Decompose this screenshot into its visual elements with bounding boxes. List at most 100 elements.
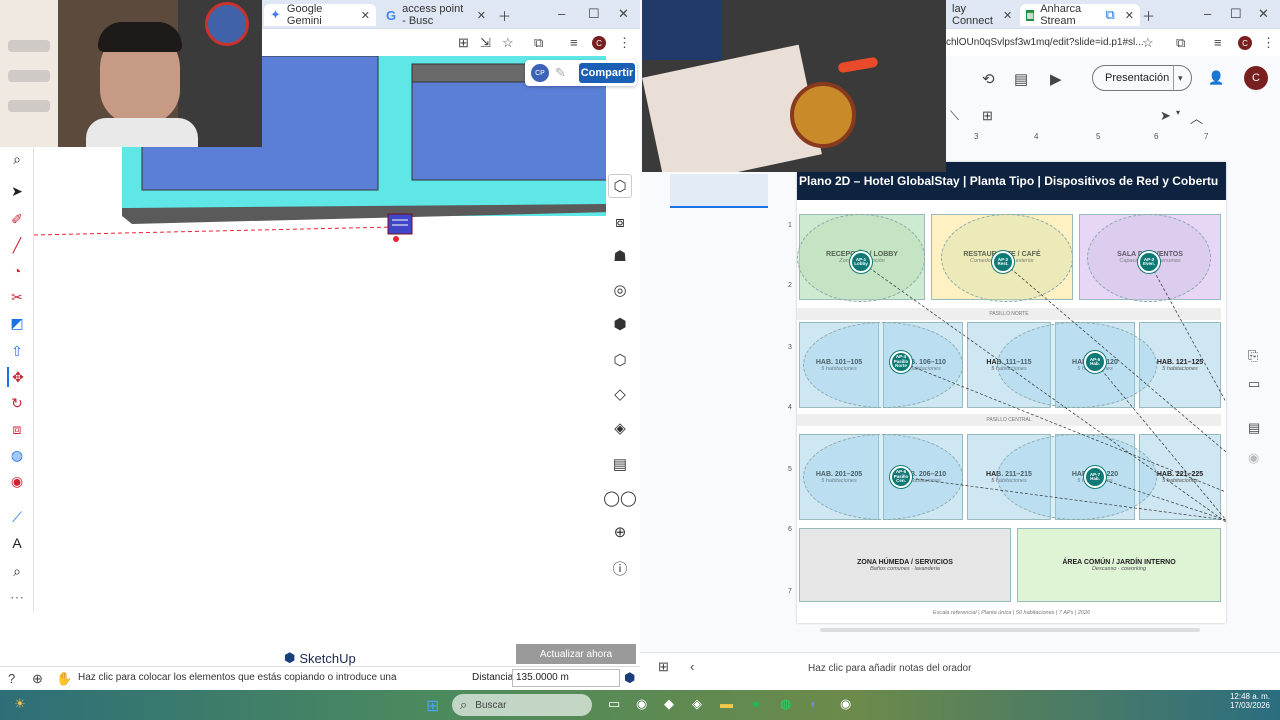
- collapse-icon[interactable]: ︿: [1190, 108, 1203, 127]
- scale-icon[interactable]: ⧈: [7, 419, 27, 439]
- maximize-icon[interactable]: ☐: [588, 6, 600, 22]
- shape-icon[interactable]: ✂: [7, 287, 27, 307]
- account-avatar[interactable]: C: [1244, 66, 1268, 90]
- menu-dots-icon[interactable]: ⋮: [618, 35, 631, 51]
- chrome-icon[interactable]: ◉: [636, 696, 647, 712]
- tab-gemini[interactable]: ✦ Google Gemini ✕: [264, 3, 376, 27]
- bookmark-star-icon[interactable]: ☆: [1142, 35, 1154, 51]
- meet-icon[interactable]: ▶: [1050, 70, 1062, 88]
- text-icon[interactable]: A: [7, 533, 27, 553]
- move-icon[interactable]: ✥: [7, 367, 27, 387]
- eraser-icon[interactable]: ✐: [7, 209, 27, 229]
- translate-icon[interactable]: ⊞: [458, 35, 469, 51]
- slide-canvas[interactable]: Plano 2D – Hotel GlobalStay | Planta Tip…: [797, 162, 1226, 623]
- keep-icon[interactable]: ⎘: [1248, 348, 1258, 364]
- geo-location-icon[interactable]: ⊕: [608, 520, 632, 544]
- start-icon[interactable]: ⊞: [426, 696, 439, 716]
- extensions-icon[interactable]: ⧉: [534, 35, 543, 51]
- close-window-icon[interactable]: ✕: [1258, 6, 1269, 22]
- chevron-left-icon[interactable]: ‹: [690, 659, 694, 674]
- rotate-icon[interactable]: ↻: [7, 393, 27, 413]
- chevron-down-icon[interactable]: ▾: [1173, 65, 1183, 91]
- styles-icon[interactable]: ⬡: [608, 174, 632, 198]
- chrome-icon[interactable]: ◉: [840, 696, 851, 712]
- slide-thumbnail[interactable]: [670, 174, 768, 208]
- history-icon[interactable]: ⟲: [982, 70, 995, 88]
- instructor-icon[interactable]: ☗: [608, 244, 632, 268]
- pen-icon[interactable]: ✎: [555, 65, 566, 81]
- tab-search-icon[interactable]: ≡: [1214, 35, 1222, 50]
- share-button[interactable]: Compartir: [579, 63, 635, 83]
- profile-avatar[interactable]: C: [592, 36, 606, 50]
- orbit-icon[interactable]: ◉: [7, 471, 27, 491]
- close-window-icon[interactable]: ✕: [618, 6, 629, 22]
- discord-icon[interactable]: ◐: [810, 696, 818, 711]
- update-now-button[interactable]: Actualizar ahora: [516, 644, 636, 664]
- components-icon[interactable]: ⧇: [608, 210, 632, 234]
- address-bar-right[interactable]: chlOUn0qSvlpsf3w1mq/edit?slide=id.p1#sl.…: [946, 28, 1280, 56]
- paint-bucket-icon[interactable]: ◍: [7, 445, 27, 465]
- tags-icon[interactable]: ◇: [608, 382, 632, 406]
- file-explorer-icon[interactable]: ▭: [608, 696, 620, 712]
- profile-avatar[interactable]: C: [1238, 36, 1252, 50]
- grid-view-icon[interactable]: ⊞: [658, 659, 669, 675]
- search-icon[interactable]: ⌕: [7, 149, 27, 169]
- close-icon[interactable]: ✕: [1125, 9, 1134, 22]
- address-bar-left[interactable]: ⊞ ⇲ ☆ ⧉ ≡ C ⋮: [262, 28, 640, 56]
- materials-icon[interactable]: ◎: [608, 278, 632, 302]
- hand-icon[interactable]: ✋: [56, 671, 72, 687]
- minimize-icon[interactable]: –: [558, 6, 565, 21]
- offset-icon[interactable]: ◩: [7, 313, 27, 333]
- speaker-notes[interactable]: Haz clic para añadir notas del orador: [808, 663, 971, 674]
- folder-icon[interactable]: ▭: [1248, 376, 1260, 392]
- app-icon[interactable]: ◈: [692, 696, 702, 712]
- distance-input[interactable]: 135.0000 m: [512, 669, 620, 687]
- scenes-icon[interactable]: ▤: [608, 452, 632, 476]
- globe-icon[interactable]: ⊕: [32, 671, 43, 687]
- extensions-icon[interactable]: ⧉: [1176, 35, 1185, 51]
- present-button[interactable]: Presentación ▾: [1092, 65, 1192, 91]
- close-icon[interactable]: ✕: [477, 9, 486, 22]
- zoom-icon[interactable]: ⌕: [7, 561, 27, 581]
- info-icon[interactable]: ⓘ: [608, 556, 632, 580]
- more-tools-icon[interactable]: ⋯: [7, 587, 27, 607]
- whatsapp-icon[interactable]: ◍: [780, 696, 791, 712]
- tab-search-icon[interactable]: ≡: [570, 35, 578, 50]
- maximize-icon[interactable]: ☐: [1230, 6, 1242, 22]
- display-icon[interactable]: ◯◯: [603, 486, 637, 510]
- clock[interactable]: 12:48 a. m. 17/03/2026: [1210, 692, 1270, 718]
- solid-tools-icon[interactable]: ⬢: [608, 312, 632, 336]
- share-people-icon[interactable]: 👤: [1208, 70, 1224, 86]
- select-arrow-icon[interactable]: ➤: [7, 181, 27, 201]
- app-icon[interactable]: ◆: [664, 696, 674, 712]
- pointer-icon[interactable]: ➤: [1160, 108, 1171, 124]
- folder-icon[interactable]: ▬: [720, 696, 733, 711]
- record-icon[interactable]: ◉: [1248, 450, 1259, 466]
- new-tab-icon[interactable]: ＋: [1142, 6, 1155, 25]
- spotify-icon[interactable]: ●: [752, 696, 760, 711]
- push-pull-icon[interactable]: ⇧: [7, 341, 27, 361]
- cast-icon[interactable]: ⇲: [480, 35, 491, 51]
- menu-dots-icon[interactable]: ⋮: [1262, 35, 1275, 51]
- minimize-icon[interactable]: –: [1204, 6, 1211, 21]
- horizontal-scrollbar[interactable]: [820, 628, 1200, 632]
- paint-icon[interactable]: ◈: [608, 416, 632, 440]
- chevron-down-icon[interactable]: ▾: [1176, 108, 1180, 117]
- weather-icon[interactable]: ☀: [14, 696, 26, 712]
- taskbar-search[interactable]: ⌕ Buscar: [452, 694, 592, 716]
- bookmark-star-icon[interactable]: ☆: [502, 35, 514, 51]
- close-icon[interactable]: ✕: [361, 9, 370, 22]
- tab-play-connect[interactable]: lay Connect ✕: [946, 3, 1018, 27]
- close-icon[interactable]: ✕: [1003, 9, 1012, 22]
- arc-icon[interactable]: ◔: [7, 261, 27, 281]
- insert-box-icon[interactable]: ⊞: [982, 108, 993, 124]
- comments-icon[interactable]: ▤: [1014, 70, 1028, 88]
- model-canvas[interactable]: [33, 55, 617, 668]
- line-tool-icon[interactable]: ⟍: [950, 108, 959, 124]
- help-icon[interactable]: ?: [8, 671, 15, 686]
- notes-icon[interactable]: ▤: [1248, 420, 1260, 436]
- tape-measure-icon[interactable]: ⟋: [7, 507, 27, 527]
- new-tab-icon[interactable]: ＋: [498, 6, 511, 25]
- outliner-icon[interactable]: ⬡: [608, 348, 632, 372]
- pencil-icon[interactable]: ╱: [7, 235, 27, 255]
